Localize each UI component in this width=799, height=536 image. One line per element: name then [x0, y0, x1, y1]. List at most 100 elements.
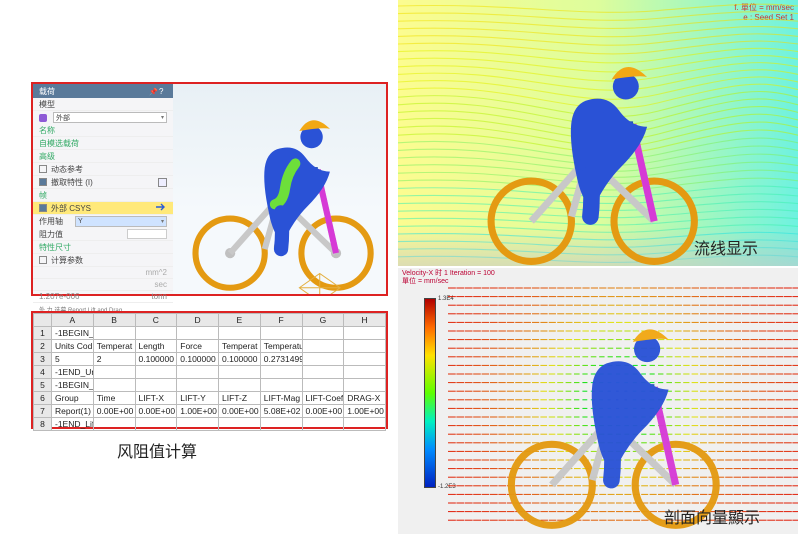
props-palette-icon[interactable]: [158, 178, 167, 187]
cell[interactable]: [177, 366, 219, 379]
row-name[interactable]: 名称: [33, 124, 173, 137]
col-header[interactable]: A: [52, 314, 94, 327]
col-header[interactable]: G: [302, 314, 344, 327]
table-row[interactable]: 3520.1000000.1000000.1000000.27314999389…: [34, 353, 386, 366]
col-header[interactable]: [34, 314, 52, 327]
cell[interactable]: Time: [93, 392, 135, 405]
cell[interactable]: [344, 379, 386, 392]
row-number[interactable]: 8: [34, 418, 52, 431]
axis-dropdown[interactable]: 作用轴 Y ▾: [33, 215, 173, 228]
table-row[interactable]: 5-1BEGIN_Lift_Drag.csv: [34, 379, 386, 392]
cell[interactable]: [302, 379, 344, 392]
cell[interactable]: [302, 353, 344, 366]
row-frame[interactable]: 帧: [33, 189, 173, 202]
cell[interactable]: [135, 366, 177, 379]
row-number[interactable]: 1: [34, 327, 52, 340]
cell[interactable]: 0.00E+00: [219, 405, 261, 418]
cell[interactable]: [135, 327, 177, 340]
cell[interactable]: [219, 379, 261, 392]
cell[interactable]: 0.100000: [177, 353, 219, 366]
row-dynamic-param[interactable]: 动态参考: [33, 163, 173, 176]
cell[interactable]: [93, 327, 135, 340]
col-header[interactable]: D: [177, 314, 219, 327]
cell[interactable]: 0.00E+00: [135, 405, 177, 418]
col-header[interactable]: H: [344, 314, 386, 327]
cell[interactable]: [344, 340, 386, 353]
cell[interactable]: [302, 418, 344, 431]
cell[interactable]: [344, 366, 386, 379]
row-extract-props[interactable]: 撤取特性 (I): [33, 176, 173, 189]
row-number[interactable]: 5: [34, 379, 52, 392]
cell[interactable]: LIFT-Mag: [260, 392, 302, 405]
cell[interactable]: 2: [93, 353, 135, 366]
cell[interactable]: 1.00E+00: [177, 405, 219, 418]
cell[interactable]: Group: [52, 392, 94, 405]
streamline-view[interactable]: f. 單位 = mm/sec e : Seed Set 1: [398, 0, 798, 266]
col-header[interactable]: E: [219, 314, 261, 327]
cell[interactable]: [219, 366, 261, 379]
cell[interactable]: -1BEGIN_Lift_Drag.csv: [52, 379, 94, 392]
cell[interactable]: [93, 366, 135, 379]
cell[interactable]: [344, 353, 386, 366]
cell[interactable]: [93, 379, 135, 392]
cell[interactable]: [260, 379, 302, 392]
cell[interactable]: -1BEGIN_Units.csv: [52, 327, 94, 340]
checkbox-checked-icon[interactable]: [39, 178, 47, 186]
row-number[interactable]: 4: [34, 366, 52, 379]
cell[interactable]: Force: [177, 340, 219, 353]
col-header[interactable]: F: [260, 314, 302, 327]
cell[interactable]: Units Cod: [52, 340, 94, 353]
cell[interactable]: -1END_Units.csv: [52, 366, 94, 379]
checkbox-csys-icon[interactable]: [39, 204, 47, 212]
cell[interactable]: [344, 327, 386, 340]
row-number[interactable]: 7: [34, 405, 52, 418]
table-row[interactable]: 8-1END_Lift_Drag.csv: [34, 418, 386, 431]
checkbox-icon[interactable]: [39, 165, 47, 173]
row-resistance[interactable]: 阻力值: [33, 228, 173, 241]
arrow-icon[interactable]: [155, 203, 167, 214]
checkbox-calc-icon[interactable]: [39, 256, 47, 264]
cell[interactable]: [260, 327, 302, 340]
cell[interactable]: [219, 327, 261, 340]
table-row[interactable]: 6GroupTimeLIFT-XLIFT-YLIFT-ZLIFT-MagLIFT…: [34, 392, 386, 405]
cell[interactable]: 1.00E+00: [344, 405, 386, 418]
cad-3d-viewport[interactable]: [173, 84, 386, 294]
cell[interactable]: Temperat: [219, 340, 261, 353]
row-advanced[interactable]: 高级: [33, 150, 173, 163]
cell[interactable]: LIFT-Y: [177, 392, 219, 405]
row-propdim[interactable]: 特性尺寸: [33, 241, 173, 254]
row-number[interactable]: 3: [34, 353, 52, 366]
cell[interactable]: [177, 327, 219, 340]
table-row[interactable]: 2Units CodTemperatLengthForceTemperatTem…: [34, 340, 386, 353]
cell[interactable]: Temperat: [93, 340, 135, 353]
table-row[interactable]: 1-1BEGIN_Units.csv: [34, 327, 386, 340]
cell[interactable]: Length: [135, 340, 177, 353]
table-row[interactable]: 4-1END_Units.csv: [34, 366, 386, 379]
cell[interactable]: [260, 366, 302, 379]
cell[interactable]: LIFT-Coef: [302, 392, 344, 405]
cell[interactable]: [177, 418, 219, 431]
cell[interactable]: [302, 366, 344, 379]
type-dropdown[interactable]: 外部 ▾: [33, 111, 173, 124]
cell[interactable]: Report(1): [52, 405, 94, 418]
help-icon[interactable]: [159, 87, 167, 95]
row-number[interactable]: 6: [34, 392, 52, 405]
table-row[interactable]: 7Report(1)0.00E+000.00E+001.00E+000.00E+…: [34, 405, 386, 418]
cell[interactable]: 0.100000: [219, 353, 261, 366]
pin-icon[interactable]: [149, 87, 157, 95]
cell[interactable]: LIFT-X: [135, 392, 177, 405]
cell[interactable]: [344, 418, 386, 431]
cell[interactable]: [177, 379, 219, 392]
row-ref[interactable]: 自模选载荷: [33, 137, 173, 150]
resistance-input[interactable]: [127, 229, 167, 239]
cell[interactable]: -1END_Lift_Drag.csv: [52, 418, 94, 431]
cell[interactable]: 0.00E+00: [93, 405, 135, 418]
vector-plane-view[interactable]: Velocity-X 时 1 Iteration = 100 單位 = mm/s…: [398, 268, 798, 534]
cell[interactable]: [135, 379, 177, 392]
row-calc-params[interactable]: 计算参数: [33, 254, 173, 267]
cell[interactable]: 5: [52, 353, 94, 366]
col-header[interactable]: B: [93, 314, 135, 327]
cell[interactable]: [93, 418, 135, 431]
col-header[interactable]: C: [135, 314, 177, 327]
cell[interactable]: [219, 418, 261, 431]
